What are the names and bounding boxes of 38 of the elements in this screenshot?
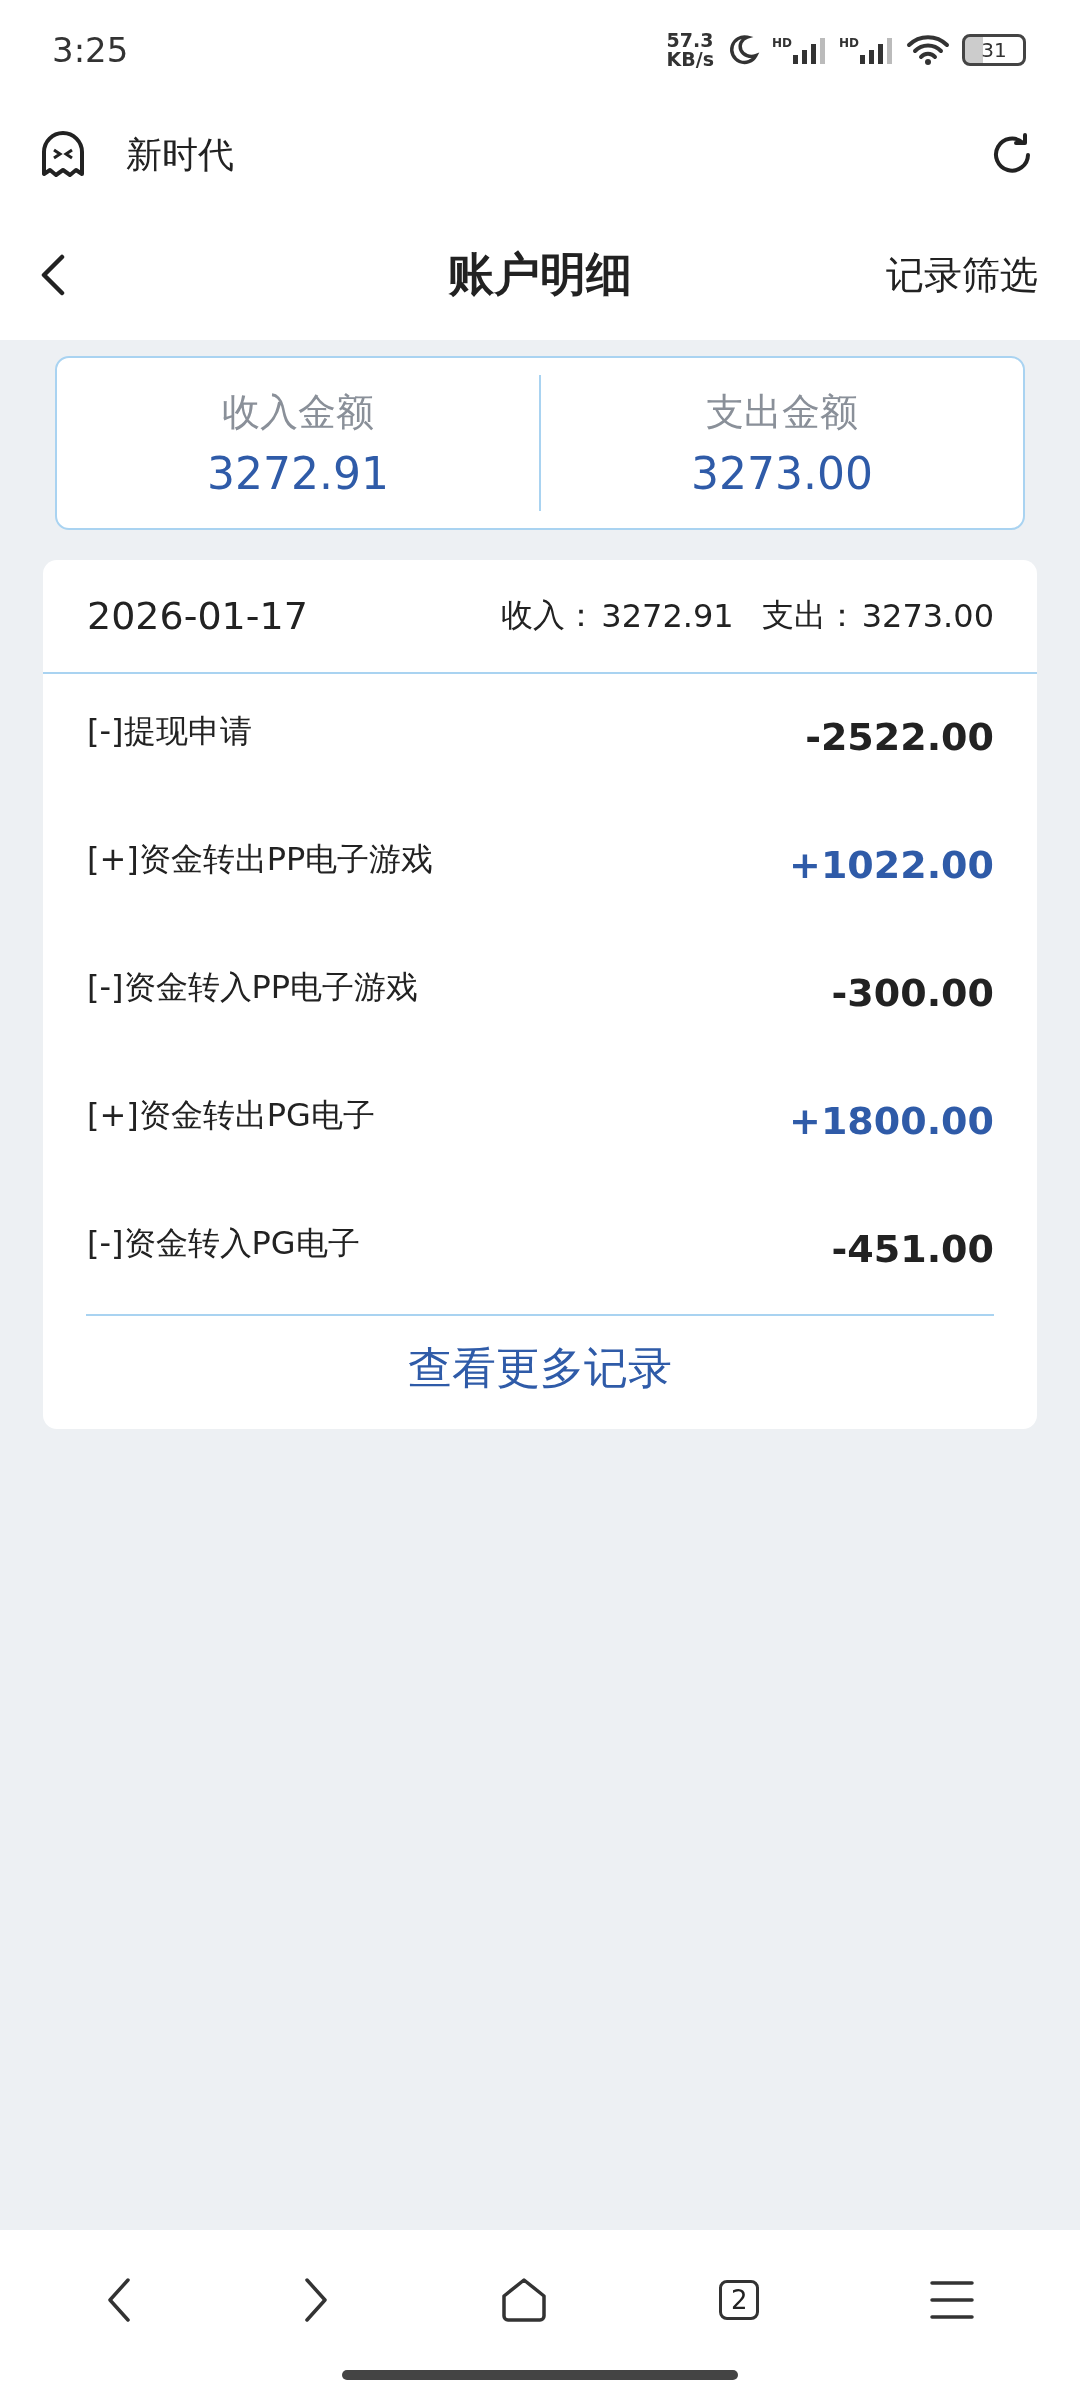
ghost-icon[interactable] [40,130,86,180]
transaction-title: [+]资金转出PP电子游戏 [87,839,434,880]
date-label: 2026-01-17 [87,594,309,638]
forward-icon[interactable] [302,2276,329,2324]
summary-amount: 3272.91 [207,448,389,499]
summary-label: 收入金额 [222,389,374,436]
summary-amount: 3273.00 [691,448,873,499]
tabs-count-button[interactable]: 2 [719,2280,760,2320]
net-speed-value: 57.3 [666,31,714,50]
transaction-title: [-]资金转入PG电子 [87,1223,360,1264]
transaction-title: [+]资金转出PG电子 [87,1095,375,1136]
transaction-amount: -451.00 [831,1227,994,1271]
page-title: 账户明细 [448,246,632,303]
network-type-label: HD [839,36,859,50]
wifi-icon [906,34,950,66]
transaction-title: [-]提现申请 [87,711,252,752]
transaction-amount: -300.00 [831,971,994,1015]
expense-total: 3273.00 [861,597,994,635]
summary-label: 支出金额 [706,389,858,436]
home-icon[interactable] [499,2276,548,2324]
clock-time: 3:25 [52,30,130,70]
signal-icon [793,36,827,64]
transaction-amount: +1022.00 [789,843,994,887]
menu-icon[interactable] [930,2280,975,2320]
transaction-title: [-]资金转入PP电子游戏 [87,967,419,1008]
signal-icon [860,36,894,64]
network-type-label: HD [771,36,792,50]
income-total: 3272.91 [601,597,734,635]
back-icon[interactable] [105,2276,132,2324]
view-more-records-link[interactable]: 查看更多记录 [402,1338,678,1399]
income-label: 收入： [501,595,598,636]
net-speed-unit: KB/s [666,50,714,69]
transaction-amount: -2522.00 [805,715,994,759]
transaction-amount: +1800.00 [789,1099,994,1143]
site-title: 新时代 [126,132,235,177]
battery-icon: 31 [962,34,1026,66]
filter-records-button[interactable]: 记录筛选 [886,249,1038,301]
expense-label: 支出： [761,595,858,636]
